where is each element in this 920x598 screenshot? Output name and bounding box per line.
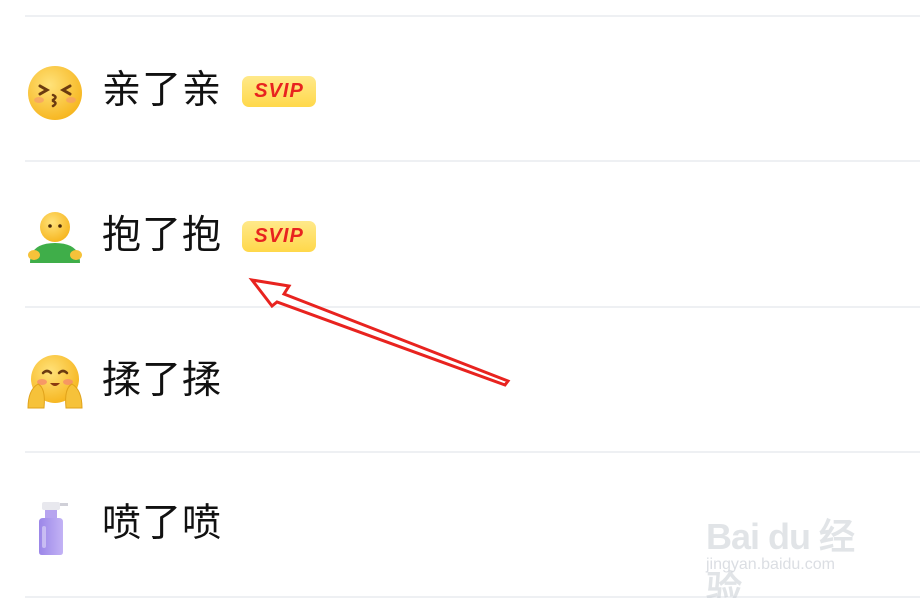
hug-person-icon (28, 212, 82, 263)
spray-bottle-icon (39, 502, 68, 555)
kiss-face-icon (28, 66, 82, 120)
watermark-main: Bai du 经验 (706, 516, 855, 598)
action-list-page: 亲了亲 SVIP 抱了抱 SVIP 揉了揉 喷了喷 Bai du 经验 jing… (0, 0, 920, 598)
item-label: 亲了亲 (102, 68, 223, 113)
list-item-hug[interactable]: 抱了抱 SVIP (0, 162, 920, 306)
item-label: 喷了喷 (102, 501, 223, 546)
watermark-sub: jingyan.baidu.com (706, 556, 835, 573)
svip-badge: SVIP (242, 76, 316, 107)
item-label: 抱了抱 (102, 213, 223, 258)
item-label: 揉了揉 (102, 358, 223, 403)
list-item-kiss[interactable]: 亲了亲 SVIP (0, 17, 920, 161)
svip-badge: SVIP (242, 221, 316, 252)
watermark: Bai du 经验 jingyan.baidu.com (700, 498, 875, 598)
list-item-rub[interactable]: 揉了揉 (0, 308, 920, 452)
squeezed-cheeks-face-icon (27, 355, 83, 409)
